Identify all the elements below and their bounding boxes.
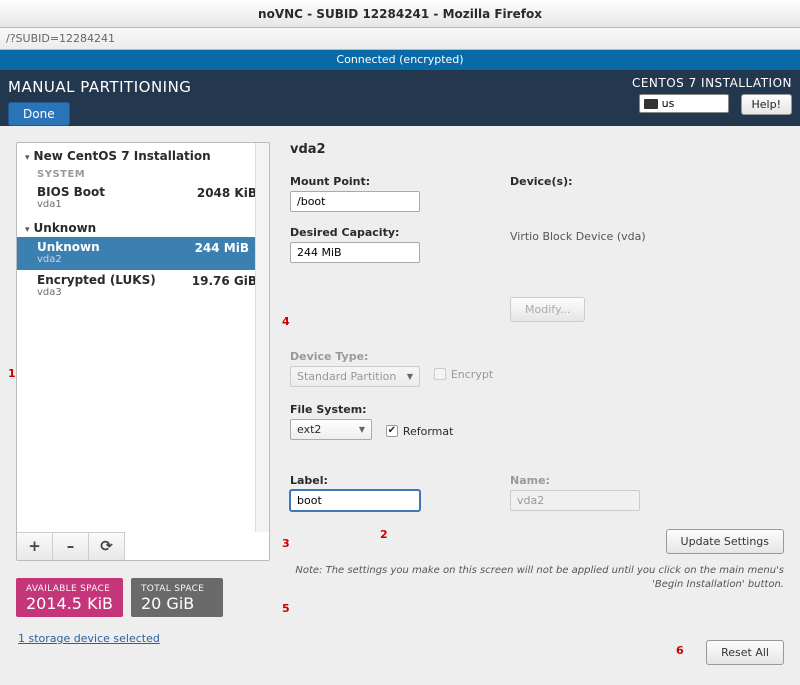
- partition-name: Unknown: [37, 240, 195, 254]
- devicetype-label: Device Type:: [290, 350, 500, 363]
- devices-label: Device(s):: [510, 175, 784, 188]
- content-area: New CentOS 7 Installation SYSTEM BIOS Bo…: [0, 126, 800, 685]
- mountpoint-label: Mount Point:: [290, 175, 500, 188]
- tree-header-new-install[interactable]: New CentOS 7 Installation: [17, 143, 269, 165]
- window-titlebar: noVNC - SUBID 12284241 - Mozilla Firefox: [0, 0, 800, 28]
- settings-note: Note: The settings you make on this scre…: [290, 564, 784, 592]
- total-space-label: TOTAL SPACE: [141, 584, 213, 594]
- encrypt-checkbox: [434, 368, 446, 380]
- available-space-box: AVAILABLE SPACE 2014.5 KiB: [16, 578, 123, 617]
- installer-header: MANUAL PARTITIONING Done CENTOS 7 INSTAL…: [0, 70, 800, 126]
- remove-partition-button[interactable]: –: [53, 533, 89, 561]
- partition-name: BIOS Boot: [37, 185, 197, 199]
- partition-row-unknown[interactable]: Unknown vda2 244 MiB: [17, 237, 269, 270]
- capacity-input[interactable]: [290, 242, 420, 263]
- tree-header-unknown[interactable]: Unknown: [17, 215, 269, 237]
- tree-scrollbar[interactable]: [255, 143, 269, 532]
- reset-all-button[interactable]: Reset All: [706, 640, 784, 665]
- keyboard-layout-label: us: [662, 97, 675, 110]
- tree-toolbar: + – ⟳: [17, 532, 125, 560]
- storage-devices-link[interactable]: 1 storage device selected: [18, 632, 160, 645]
- partition-size: 244 MiB: [195, 240, 249, 255]
- total-space-value: 20 GiB: [141, 594, 213, 613]
- partition-name: Encrypted (LUKS): [37, 273, 192, 287]
- update-settings-button[interactable]: Update Settings: [666, 529, 784, 554]
- devicetype-value: Standard Partition: [297, 370, 396, 383]
- vnc-connection-status: Connected (encrypted): [0, 50, 800, 70]
- devicetype-select: Standard Partition ▼: [290, 366, 420, 387]
- add-partition-button[interactable]: +: [17, 533, 53, 561]
- encrypt-label: Encrypt: [451, 368, 493, 381]
- filesystem-select[interactable]: ext2 ▼: [290, 419, 372, 440]
- total-space-box: TOTAL SPACE 20 GiB: [131, 578, 223, 617]
- partition-device: vda3: [37, 287, 192, 298]
- installer-name: CENTOS 7 INSTALLATION: [632, 76, 792, 90]
- partition-title: vda2: [290, 142, 784, 157]
- filesystem-value: ext2: [297, 423, 321, 436]
- keyboard-icon: [644, 99, 658, 109]
- partition-details-panel: vda2 Mount Point: Device(s): Desired Cap…: [290, 142, 784, 669]
- url-bar[interactable]: /?SUBID=12284241: [0, 28, 800, 50]
- tree-category-system: SYSTEM: [37, 169, 261, 180]
- help-button[interactable]: Help!: [741, 94, 793, 115]
- available-space-value: 2014.5 KiB: [26, 594, 113, 613]
- chevron-down-icon: ▼: [359, 425, 365, 434]
- partition-device: vda1: [37, 199, 197, 210]
- done-button[interactable]: Done: [8, 102, 70, 126]
- filesystem-label: File System:: [290, 403, 500, 416]
- keyboard-layout-selector[interactable]: us: [639, 94, 729, 113]
- partition-row-luks[interactable]: Encrypted (LUKS) vda3 19.76 GiB: [25, 270, 261, 303]
- device-name-text: Virtio Block Device (vda): [510, 230, 784, 243]
- name-input: [510, 490, 640, 511]
- partition-tree-panel: New CentOS 7 Installation SYSTEM BIOS Bo…: [16, 142, 270, 669]
- name-label: Name:: [510, 474, 784, 487]
- partition-device: vda2: [37, 254, 195, 265]
- mountpoint-input[interactable]: [290, 191, 420, 212]
- label-input[interactable]: [290, 490, 420, 511]
- reload-partitions-button[interactable]: ⟳: [89, 533, 125, 561]
- label-label: Label:: [290, 474, 500, 487]
- reformat-label: Reformat: [403, 425, 454, 438]
- chevron-down-icon: ▼: [407, 372, 413, 381]
- capacity-label: Desired Capacity:: [290, 226, 500, 239]
- partition-tree: New CentOS 7 Installation SYSTEM BIOS Bo…: [16, 142, 270, 561]
- reformat-checkbox[interactable]: ✔: [386, 425, 398, 437]
- modify-device-button[interactable]: Modify...: [510, 297, 585, 322]
- partition-size: 2048 KiB: [197, 185, 257, 200]
- available-space-label: AVAILABLE SPACE: [26, 584, 113, 594]
- partition-row-bios[interactable]: BIOS Boot vda1 2048 KiB: [25, 182, 261, 215]
- space-summary: AVAILABLE SPACE 2014.5 KiB TOTAL SPACE 2…: [16, 578, 223, 617]
- partition-size: 19.76 GiB: [192, 273, 257, 288]
